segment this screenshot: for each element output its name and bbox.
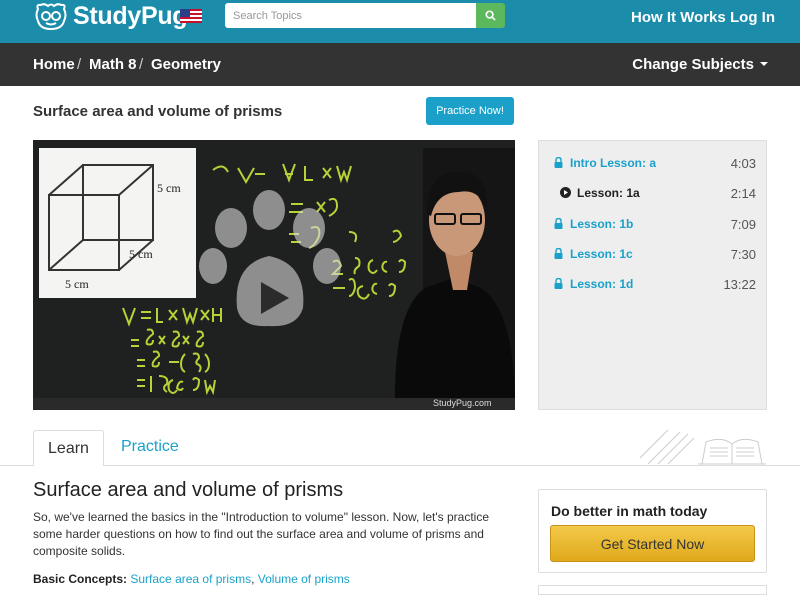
lock-icon	[554, 248, 563, 259]
content-paragraph: So, we've learned the basics in the "Int…	[33, 510, 490, 558]
content-heading: Surface area and volume of prisms	[33, 479, 344, 501]
lesson-duration: 7:30	[730, 247, 756, 262]
board-label: 5 cm	[129, 247, 153, 261]
lesson-title: Surface area and volume of prisms	[33, 103, 283, 120]
lock-icon	[554, 278, 563, 289]
promo-title: Do better in math today	[551, 503, 708, 519]
secondary-panel	[538, 585, 767, 595]
lesson-list: Intro Lesson: a 4:03 Lesson: 1a 2:14 Les…	[538, 140, 767, 410]
practice-now-button[interactable]: Practice Now!	[426, 97, 514, 125]
video-watermark: StudyPug.com	[433, 398, 492, 408]
tab-practice[interactable]: Practice	[121, 438, 179, 456]
book-icon	[640, 429, 766, 465]
basic-concepts-label: Basic Concepts:	[33, 572, 128, 586]
breadcrumb-geometry[interactable]: Geometry	[151, 56, 221, 73]
login-link[interactable]: Log In	[730, 9, 775, 26]
lesson-duration: 13:22	[723, 277, 756, 292]
logo-text: StudyPug	[73, 2, 188, 30]
get-started-button[interactable]: Get Started Now	[550, 525, 755, 562]
lesson-label: Lesson: 1d	[570, 277, 634, 291]
lesson-item[interactable]: Lesson: 1b 7:09	[539, 209, 768, 239]
lock-icon	[554, 157, 563, 168]
breadcrumb-separator: /	[139, 56, 144, 73]
lesson-item[interactable]: Intro Lesson: a 4:03	[539, 148, 768, 178]
lesson-duration: 2:14	[730, 186, 756, 201]
us-flag-icon[interactable]	[180, 9, 202, 23]
lesson-label: Lesson: 1c	[570, 247, 633, 261]
how-it-works-link[interactable]: How It Works	[631, 9, 726, 26]
search-button[interactable]	[476, 3, 505, 28]
lesson-item-active[interactable]: Lesson: 1a 2:14	[539, 178, 768, 208]
basic-concept-link[interactable]: Volume of prisms	[258, 572, 350, 586]
breadcrumb-math8[interactable]: Math 8	[89, 56, 137, 73]
lesson-item[interactable]: Lesson: 1d 13:22	[539, 269, 768, 299]
search-input[interactable]	[225, 3, 476, 28]
breadcrumb-separator: /	[77, 56, 82, 73]
breadcrumb-home[interactable]: Home	[33, 56, 75, 73]
logo[interactable]: StudyPug	[34, 2, 188, 31]
basic-concepts: Basic Concepts: Surface area of prisms, …	[33, 572, 350, 586]
lesson-duration: 7:09	[730, 217, 756, 232]
top-bar: StudyPug How It Works Log In	[0, 0, 800, 43]
breadcrumb: Home / Math 8 / Geometry Change Subjects	[0, 43, 800, 86]
lesson-label: Intro Lesson: a	[570, 156, 657, 170]
board-label: 5 cm	[157, 181, 181, 195]
tab-learn[interactable]: Learn	[33, 430, 104, 466]
lock-icon	[554, 218, 563, 229]
play-icon	[560, 187, 571, 198]
logo-mascot-icon	[35, 2, 67, 30]
basic-concept-link[interactable]: Surface area of prisms	[130, 572, 251, 586]
lesson-label: Lesson: 1a	[577, 186, 640, 200]
lesson-duration: 4:03	[730, 156, 756, 171]
lesson-label: Lesson: 1b	[570, 217, 634, 231]
video-frame: 5 cm 5 cm 5 cm StudyPug.com	[33, 140, 515, 410]
promo-box: Do better in math today Get Started Now	[538, 489, 767, 573]
video-player[interactable]: 5 cm 5 cm 5 cm StudyPug.com	[33, 140, 515, 410]
change-subjects-dropdown[interactable]: Change Subjects	[632, 56, 768, 73]
lesson-item[interactable]: Lesson: 1c 7:30	[539, 239, 768, 269]
search-icon	[485, 10, 496, 21]
board-label: 5 cm	[65, 277, 89, 291]
